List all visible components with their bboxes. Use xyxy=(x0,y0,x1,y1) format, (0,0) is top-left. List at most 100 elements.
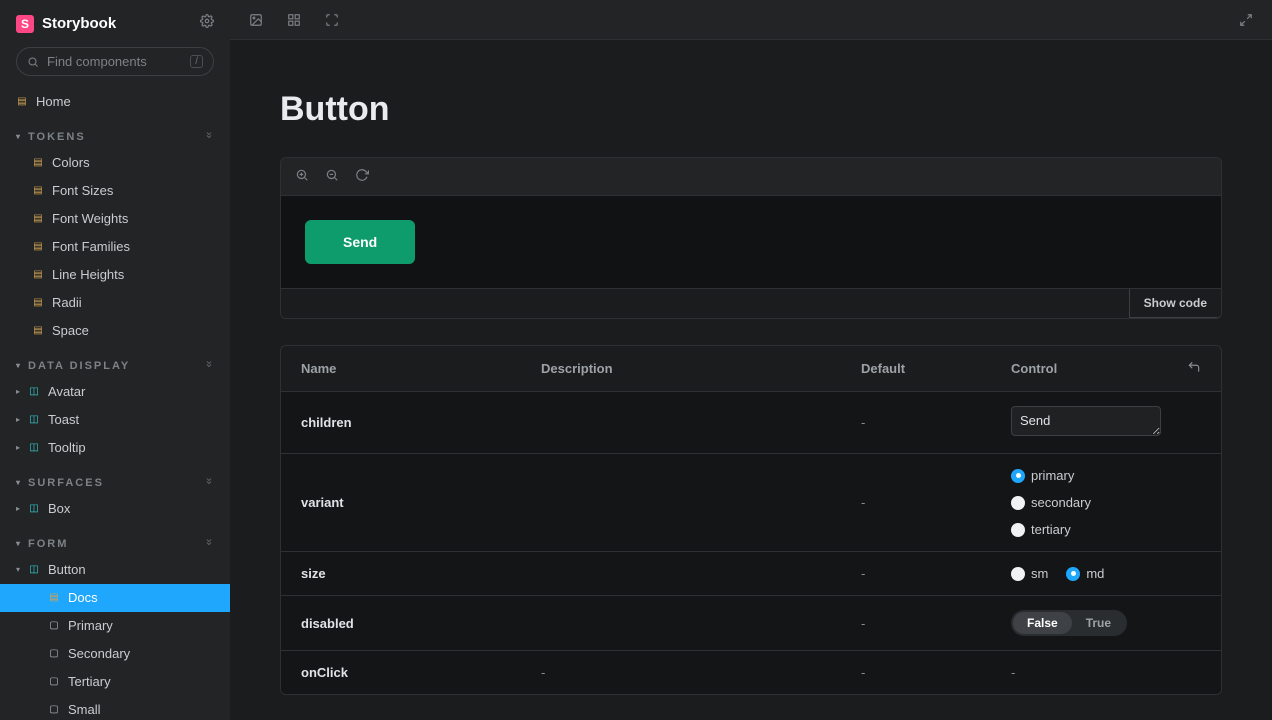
section-title: DATA DISPLAY xyxy=(28,360,130,372)
nav-label: Font Families xyxy=(52,237,130,257)
header-default: Default xyxy=(861,361,1011,376)
doc-icon xyxy=(32,297,44,309)
zoom-reset-icon[interactable] xyxy=(355,168,369,185)
gear-icon xyxy=(200,14,214,28)
radio-dot-icon xyxy=(1011,496,1025,510)
story-canvas: Send Show code xyxy=(280,157,1222,319)
nav-item[interactable]: Space xyxy=(0,317,230,345)
nav-label: Toast xyxy=(48,410,79,430)
arg-control: - xyxy=(1011,665,1161,680)
brand[interactable]: S Storybook xyxy=(16,15,116,33)
control-textarea[interactable] xyxy=(1011,406,1161,436)
header-control: Control xyxy=(1011,361,1161,376)
arg-default: - xyxy=(861,616,1011,631)
nav-label: Font Sizes xyxy=(52,181,113,201)
caret-down-icon xyxy=(16,132,22,141)
zoom-out-icon[interactable] xyxy=(325,168,339,185)
arg-default: - xyxy=(861,495,1011,510)
show-code-button[interactable]: Show code xyxy=(1129,289,1221,318)
nav-label: Tertiary xyxy=(68,672,111,692)
arg-default: - xyxy=(861,665,1011,680)
comp-icon xyxy=(28,414,40,426)
main-panel: Button Send Show code xyxy=(230,0,1272,720)
collapse-icon[interactable] xyxy=(204,476,214,489)
args-row: onClick--- xyxy=(281,651,1221,694)
nav-label: Small xyxy=(68,700,101,720)
search-icon xyxy=(27,56,39,68)
radio-label: tertiary xyxy=(1031,522,1071,537)
toggle-option[interactable]: True xyxy=(1072,612,1125,634)
radio-option[interactable]: secondary xyxy=(1011,495,1091,510)
comp-icon xyxy=(28,503,40,515)
nav-item[interactable]: Box xyxy=(0,495,230,523)
nav-section-header[interactable]: FORM xyxy=(0,523,230,556)
collapse-icon[interactable] xyxy=(204,537,214,550)
storybook-logo-icon: S xyxy=(16,15,34,33)
nav-home[interactable]: Home xyxy=(0,88,230,116)
expand-icon[interactable] xyxy=(1232,6,1260,34)
nav-item[interactable]: Tooltip xyxy=(0,434,230,462)
boolean-toggle[interactable]: FalseTrue xyxy=(1011,610,1127,636)
image-icon[interactable] xyxy=(242,6,270,34)
args-row: variant-primarysecondarytertiary xyxy=(281,454,1221,552)
radio-dot-icon xyxy=(1066,567,1080,581)
search-shortcut-badge: / xyxy=(190,55,203,68)
nav-section-header[interactable]: SURFACES xyxy=(0,462,230,495)
comp-icon xyxy=(28,442,40,454)
nav-story-item[interactable]: Secondary xyxy=(0,640,230,668)
undo-icon xyxy=(1187,360,1201,374)
arg-description: - xyxy=(541,665,861,680)
nav-story-item[interactable]: Docs xyxy=(0,584,230,612)
nav-item[interactable]: Font Families xyxy=(0,233,230,261)
nav-item[interactable]: Line Heights xyxy=(0,261,230,289)
reset-controls-button[interactable] xyxy=(1187,360,1201,377)
doc-icon xyxy=(32,213,44,225)
story-icon xyxy=(48,704,60,716)
nav-item[interactable]: Font Weights xyxy=(0,205,230,233)
radio-dot-icon xyxy=(1011,567,1025,581)
section-title: TOKENS xyxy=(28,131,86,143)
radio-option[interactable]: md xyxy=(1066,566,1104,581)
args-table-header: Name Description Default Control xyxy=(281,346,1221,392)
radio-option[interactable]: primary xyxy=(1011,468,1074,483)
comp-icon xyxy=(28,386,40,398)
caret-icon xyxy=(16,410,20,430)
demo-send-button[interactable]: Send xyxy=(305,220,415,264)
radio-option[interactable]: tertiary xyxy=(1011,522,1071,537)
header-description: Description xyxy=(541,361,861,376)
arg-name: size xyxy=(301,566,541,581)
nav-story-item[interactable]: Tertiary xyxy=(0,668,230,696)
args-row: disabled-FalseTrue xyxy=(281,596,1221,651)
caret-icon xyxy=(16,499,20,519)
nav-story-item[interactable]: Small xyxy=(0,696,230,720)
collapse-icon[interactable] xyxy=(204,359,214,372)
search-input[interactable]: Find components / xyxy=(16,47,214,76)
nav-item[interactable]: Avatar xyxy=(0,378,230,406)
fullscreen-icon[interactable] xyxy=(318,6,346,34)
arg-name: children xyxy=(301,415,541,430)
toggle-option[interactable]: False xyxy=(1013,612,1072,634)
args-row: size-smmd xyxy=(281,552,1221,596)
nav-story-item[interactable]: Primary xyxy=(0,612,230,640)
nav-label: Button xyxy=(48,560,86,580)
arg-name: onClick xyxy=(301,665,541,680)
settings-button[interactable] xyxy=(200,14,214,33)
nav-item[interactable]: Toast xyxy=(0,406,230,434)
nav-item[interactable]: Radii xyxy=(0,289,230,317)
doc-icon xyxy=(32,157,44,169)
grid-icon[interactable] xyxy=(280,6,308,34)
canvas-body: Send xyxy=(281,196,1221,288)
caret-down-icon xyxy=(16,361,22,370)
nav-label: Primary xyxy=(68,616,113,636)
nav-label: Avatar xyxy=(48,382,85,402)
radio-label: primary xyxy=(1031,468,1074,483)
zoom-in-icon[interactable] xyxy=(295,168,309,185)
nav-item[interactable]: Colors xyxy=(0,149,230,177)
nav-item[interactable]: Font Sizes xyxy=(0,177,230,205)
collapse-icon[interactable] xyxy=(204,130,214,143)
nav-section-header[interactable]: DATA DISPLAY xyxy=(0,345,230,378)
nav-item[interactable]: Button xyxy=(0,556,230,584)
story-icon xyxy=(48,676,60,688)
nav-section-header[interactable]: TOKENS xyxy=(0,116,230,149)
radio-option[interactable]: sm xyxy=(1011,566,1048,581)
